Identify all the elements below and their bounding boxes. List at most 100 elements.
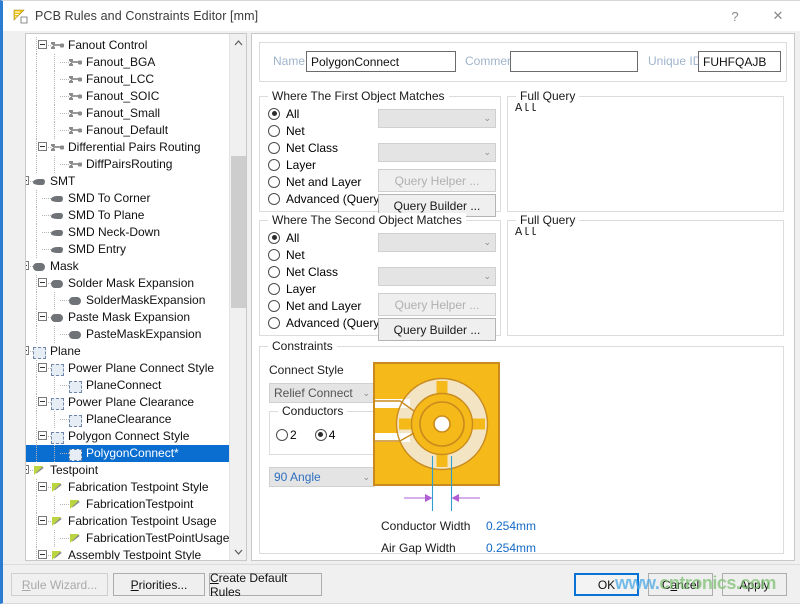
tree-item-soldermaskexpansion[interactable]: SolderMaskExpansion (26, 292, 230, 309)
chevron-down-icon: ⌄ (483, 271, 491, 282)
tree-item-smd-neck-down[interactable]: SMD Neck-Down (26, 224, 230, 241)
tree-expander-icon[interactable] (26, 261, 29, 270)
tree-expander-icon[interactable] (38, 431, 47, 440)
tree-item-assembly-testpoint-style[interactable]: Assembly Testpoint Style (26, 547, 230, 560)
second-object-radio-advanced-query[interactable]: Advanced (Query) (268, 314, 383, 331)
tree-expander-icon[interactable] (38, 142, 47, 151)
name-input[interactable] (306, 51, 456, 72)
tree-expander-icon[interactable] (38, 482, 47, 491)
tree-expander-icon[interactable] (38, 516, 47, 525)
chevron-up-icon[interactable] (230, 34, 247, 51)
rules-tree[interactable]: Fanout ControlFanout_BGAFanout_LCCFanout… (26, 34, 230, 560)
tree-item-differential-pairs-routing[interactable]: Differential Pairs Routing (26, 139, 230, 156)
connect-style-combo[interactable]: Relief Connect ⌄ (269, 383, 375, 403)
first-object-radio-net[interactable]: Net (268, 122, 383, 139)
tree-expander-icon[interactable] (26, 176, 29, 185)
tree-item-fanout-small[interactable]: Fanout_Small (26, 105, 230, 122)
tree-guide-line (36, 428, 37, 445)
first-object-radio-layer[interactable]: Layer (268, 156, 383, 173)
help-button[interactable]: ? (714, 1, 756, 31)
second-object-query-builder-button[interactable]: Query Builder ... (378, 318, 496, 341)
tree-item-fanout-control[interactable]: Fanout Control (26, 37, 230, 54)
tree-item-polygonconnect[interactable]: PolygonConnect* (26, 445, 230, 462)
scrollbar-thumb[interactable] (231, 156, 246, 308)
tree-item-smd-to-plane[interactable]: SMD To Plane (26, 207, 230, 224)
first-object-radio-advanced-query[interactable]: Advanced (Query) (268, 190, 383, 207)
radio-indicator (268, 283, 280, 295)
tree-item-fabricationtestpointusage[interactable]: FabricationTestPointUsage (26, 530, 230, 547)
second-object-query-helper-button[interactable]: Query Helper ... (378, 293, 496, 316)
second-object-net-combo[interactable]: ⌄ (378, 233, 496, 252)
second-object-radio-net[interactable]: Net (268, 246, 383, 263)
tree-expander-icon[interactable] (26, 465, 29, 474)
tree-item-label: Plane (48, 343, 81, 360)
second-object-radio-net-and-layer[interactable]: Net and Layer (268, 297, 383, 314)
first-object-query-helper-button[interactable]: Query Helper ... (378, 169, 496, 192)
first-object-radio-all[interactable]: All (268, 105, 383, 122)
tree-guide-line (36, 224, 37, 241)
tree-item-solder-mask-expansion[interactable]: Solder Mask Expansion (26, 275, 230, 292)
tree-item-mask[interactable]: Mask (26, 258, 230, 275)
second-object-netclass-combo[interactable]: ⌄ (378, 267, 496, 286)
unique-id-input[interactable] (698, 51, 781, 72)
tree-item-power-plane-connect-style[interactable]: Power Plane Connect Style (26, 360, 230, 377)
tree-item-planeconnect[interactable]: PlaneConnect (26, 377, 230, 394)
tree-item-smt[interactable]: SMT (26, 173, 230, 190)
radio-indicator (268, 125, 280, 137)
tree-expander-icon[interactable] (26, 346, 29, 355)
radio-indicator (268, 193, 280, 205)
tree-item-fanout-bga[interactable]: Fanout_BGA (26, 54, 230, 71)
priorities-button[interactable]: Priorities... (113, 573, 205, 596)
angle-combo[interactable]: 90 Angle ⌄ (269, 467, 375, 487)
create-default-rules-button[interactable]: Create Default Rules (209, 573, 322, 596)
tree-expander-icon[interactable] (38, 278, 47, 287)
second-object-radio-all[interactable]: All (268, 229, 383, 246)
first-object-radio-net-class[interactable]: Net Class (268, 139, 383, 156)
connect-style-label: Connect Style (269, 363, 344, 377)
tree-item-pastemaskexpansion[interactable]: PasteMaskExpansion (26, 326, 230, 343)
tree-item-power-plane-clearance[interactable]: Power Plane Clearance (26, 394, 230, 411)
first-object-title: Where The First Object Matches (268, 89, 449, 103)
tree-item-planeclearance[interactable]: PlaneClearance (26, 411, 230, 428)
tree-item-smd-entry[interactable]: SMD Entry (26, 241, 230, 258)
rule-identity-group: Name Comment Unique ID (259, 42, 787, 82)
tree-item-smd-to-corner[interactable]: SMD To Corner (26, 190, 230, 207)
radio-label: Net Class (286, 141, 338, 155)
tree-item-fabrication-testpoint-style[interactable]: Fabrication Testpoint Style (26, 479, 230, 496)
cancel-button[interactable]: Cancel (648, 573, 713, 596)
tree-item-paste-mask-expansion[interactable]: Paste Mask Expansion (26, 309, 230, 326)
tree-expander-icon[interactable] (38, 40, 47, 49)
tree-item-fanout-default[interactable]: Fanout_Default (26, 122, 230, 139)
radio-label: All (286, 107, 299, 121)
tree-item-fabrication-testpoint-usage[interactable]: Fabrication Testpoint Usage (26, 513, 230, 530)
tree-item-plane[interactable]: Plane (26, 343, 230, 360)
tree-item-diffpairsrouting[interactable]: DiffPairsRouting (26, 156, 230, 173)
tree-vertical-scrollbar[interactable] (229, 34, 246, 560)
apply-button[interactable]: Apply (722, 573, 787, 596)
close-button[interactable]: ✕ (756, 1, 800, 31)
tree-expander-icon[interactable] (38, 397, 47, 406)
second-object-radio-layer[interactable]: Layer (268, 280, 383, 297)
title-bar: PCB Rules and Constraints Editor [mm] ? … (3, 1, 800, 31)
tree-item-fanout-soic[interactable]: Fanout_SOIC (26, 88, 230, 105)
conductors-radio-4[interactable]: 4 (315, 426, 336, 443)
conductors-radio-2[interactable]: 2 (276, 426, 297, 443)
tree-item-polygon-connect-style[interactable]: Polygon Connect Style (26, 428, 230, 445)
tree-expander-icon[interactable] (38, 550, 47, 559)
tree-item-testpoint[interactable]: Testpoint (26, 462, 230, 479)
first-object-radio-net-and-layer[interactable]: Net and Layer (268, 173, 383, 190)
connect-style-value: Relief Connect (274, 386, 353, 400)
tree-item-fanout-lcc[interactable]: Fanout_LCC (26, 71, 230, 88)
ok-button[interactable]: OK (574, 573, 639, 596)
mask-icon (50, 311, 65, 324)
first-object-netclass-combo[interactable]: ⌄ (378, 143, 496, 162)
second-object-radio-net-class[interactable]: Net Class (268, 263, 383, 280)
chevron-down-icon[interactable] (230, 543, 247, 560)
tree-item-fabricationtestpoint[interactable]: FabricationTestpoint (26, 496, 230, 513)
tree-expander-icon[interactable] (38, 312, 47, 321)
tree-expander-icon[interactable] (38, 363, 47, 372)
first-object-net-combo[interactable]: ⌄ (378, 109, 496, 128)
comment-input[interactable] (510, 51, 638, 72)
radio-label: Layer (286, 158, 316, 172)
rule-wizard-button[interactable]: Rule Wizard... (11, 573, 108, 596)
